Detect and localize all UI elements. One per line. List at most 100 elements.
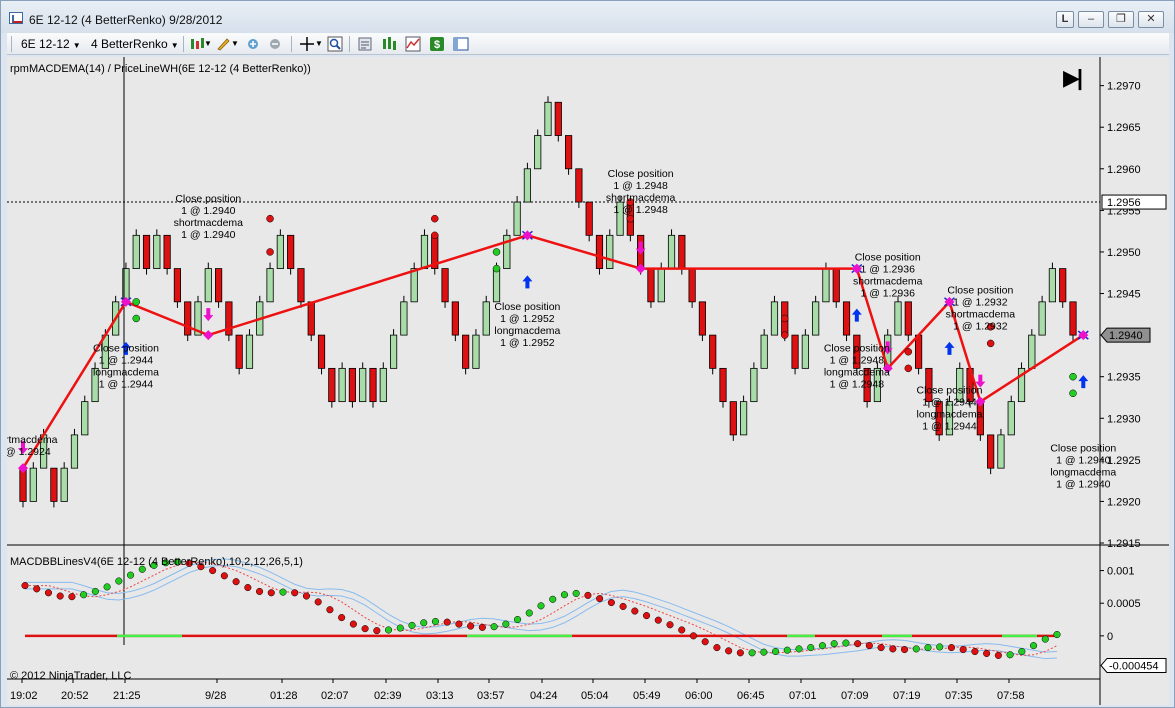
properties-icon[interactable] — [453, 36, 469, 52]
trade-annotation-text: Close position — [494, 301, 560, 313]
up-brick — [400, 301, 408, 336]
up-brick — [812, 301, 820, 336]
macd-dot — [936, 643, 944, 651]
macd-dot — [842, 639, 850, 647]
up-brick — [1048, 268, 1057, 303]
macd-dot — [1018, 647, 1026, 656]
up-brick — [359, 367, 367, 403]
macd-dot — [279, 588, 287, 596]
trade-annotation-text: 1 @ 1.2944 — [99, 355, 154, 367]
price-tick-label: 1.2925 — [1107, 455, 1141, 467]
skip-to-end-icon[interactable]: ▶| — [1063, 65, 1083, 91]
trade-annotation-text: 1 @ 1.2948 — [613, 204, 668, 216]
svg-text:$: $ — [434, 39, 440, 51]
time-tick-label: 9/28 — [205, 690, 226, 702]
macd-dot — [490, 623, 498, 631]
time-tick-label: 05:04 — [581, 690, 609, 702]
dollar-icon[interactable]: $ — [429, 36, 445, 52]
bar-type-icon[interactable] — [189, 36, 205, 52]
chart-toolbar: 6E 12-12 ▼ 4 BetterRenko ▼ ▼ ▼ ▼ $ — [7, 33, 1169, 55]
macd-dot — [267, 589, 275, 597]
down-brick — [163, 234, 171, 269]
data-box-icon[interactable] — [357, 36, 373, 52]
copyright-text: © 2012 NinjaTrader, LLC — [10, 670, 132, 682]
trade-annotation-text: 1 @ 1.2952 — [500, 313, 555, 325]
title-bar[interactable]: 6E 12-12 (4 BetterRenko) 9/28/2012 L – ❐… — [1, 1, 1174, 33]
zoom-icon[interactable] — [327, 36, 343, 52]
macd-dot — [795, 645, 803, 653]
down-brick — [698, 301, 707, 336]
indicator-tick-label: 0.0005 — [1107, 598, 1141, 610]
down-brick — [904, 301, 912, 336]
macd-dot — [1041, 635, 1049, 643]
down-brick — [441, 268, 449, 303]
current-price-label: 1.2940 — [1109, 330, 1143, 342]
macd-dot — [220, 572, 228, 580]
up-brick — [822, 268, 830, 303]
macd-dot — [900, 645, 909, 654]
time-tick-label: 02:07 — [321, 690, 349, 702]
chart-background — [7, 57, 1169, 705]
macd-dot — [994, 651, 1002, 659]
up-brick — [29, 467, 37, 502]
macd-dot — [56, 592, 64, 600]
indicators-icon[interactable] — [405, 36, 421, 52]
time-tick-label: 01:28 — [270, 690, 298, 702]
trade-annotation-text: 1 @ 1.2932 — [953, 321, 1008, 333]
strategy-remove-icon[interactable] — [267, 36, 283, 52]
trade-annotation-text: 1 @ 1.2940 — [181, 229, 236, 241]
macd-dot — [420, 619, 428, 627]
up-brick — [523, 168, 532, 203]
minimize-button[interactable]: – — [1078, 11, 1104, 28]
signal-dot — [492, 264, 501, 273]
time-tick-label: 04:24 — [530, 690, 558, 702]
instrument-selector[interactable]: 6E 12-12 ▼ — [21, 36, 81, 52]
bar-type-selector[interactable]: 4 BetterRenko ▼ — [91, 36, 179, 52]
time-tick-label: 07:01 — [789, 690, 817, 702]
macd-dot — [689, 632, 698, 640]
macd-dot — [889, 645, 897, 653]
signal-dot — [904, 347, 913, 356]
up-brick — [410, 268, 418, 303]
strategy-add-icon[interactable] — [245, 36, 261, 52]
macd-dot — [21, 582, 29, 590]
macd-dot — [373, 627, 381, 635]
signal-dot — [904, 364, 913, 373]
price-tick-label: 1.2945 — [1107, 289, 1141, 301]
price-tick-label: 1.2930 — [1107, 413, 1141, 425]
time-tick-label: 20:52 — [61, 690, 89, 702]
macd-dot — [209, 567, 217, 575]
trade-annotation-text: shortmacdema — [946, 309, 1016, 321]
macd-dot — [713, 644, 721, 652]
macd-dot — [513, 615, 522, 624]
crosshair-icon[interactable] — [299, 36, 315, 52]
macd-dot — [255, 587, 264, 596]
up-brick — [389, 334, 398, 369]
macd-dot — [115, 577, 123, 585]
link-button[interactable]: L — [1056, 11, 1074, 28]
macd-dot — [361, 625, 369, 633]
macd-dot — [80, 591, 88, 599]
trade-annotation-text: 1 @ 1.2944 — [922, 396, 977, 408]
drawing-pencil-icon[interactable] — [215, 36, 231, 52]
window-title: 6E 12-12 (4 BetterRenko) 9/28/2012 — [29, 13, 223, 27]
up-brick — [544, 101, 552, 136]
time-tick-label: 03:57 — [477, 690, 505, 702]
down-brick — [647, 268, 655, 303]
chart-canvas[interactable]: 1.29701.29651.29601.29551.29501.29451.29… — [7, 57, 1169, 705]
close-button[interactable]: ✕ — [1138, 11, 1164, 28]
down-brick — [317, 334, 326, 369]
down-brick — [832, 268, 840, 303]
bars-icon[interactable] — [381, 36, 397, 52]
trade-annotation-text: 1 @ 1.2952 — [500, 337, 555, 349]
signal-dot — [492, 248, 501, 256]
down-brick — [348, 367, 357, 403]
down-brick — [595, 234, 604, 269]
chart-area[interactable]: 1.2970 1.2965 1.2960 1.2955 1.2950 1.2945 1.29… — [7, 57, 1169, 705]
macd-dot — [678, 626, 686, 634]
indicator-tick-label: 0.001 — [1107, 566, 1135, 578]
signal-dot — [1069, 389, 1077, 398]
macd-dot — [560, 591, 569, 599]
maximize-button[interactable]: ❐ — [1108, 11, 1134, 28]
trade-annotation-text: longmacdema — [1050, 467, 1116, 479]
